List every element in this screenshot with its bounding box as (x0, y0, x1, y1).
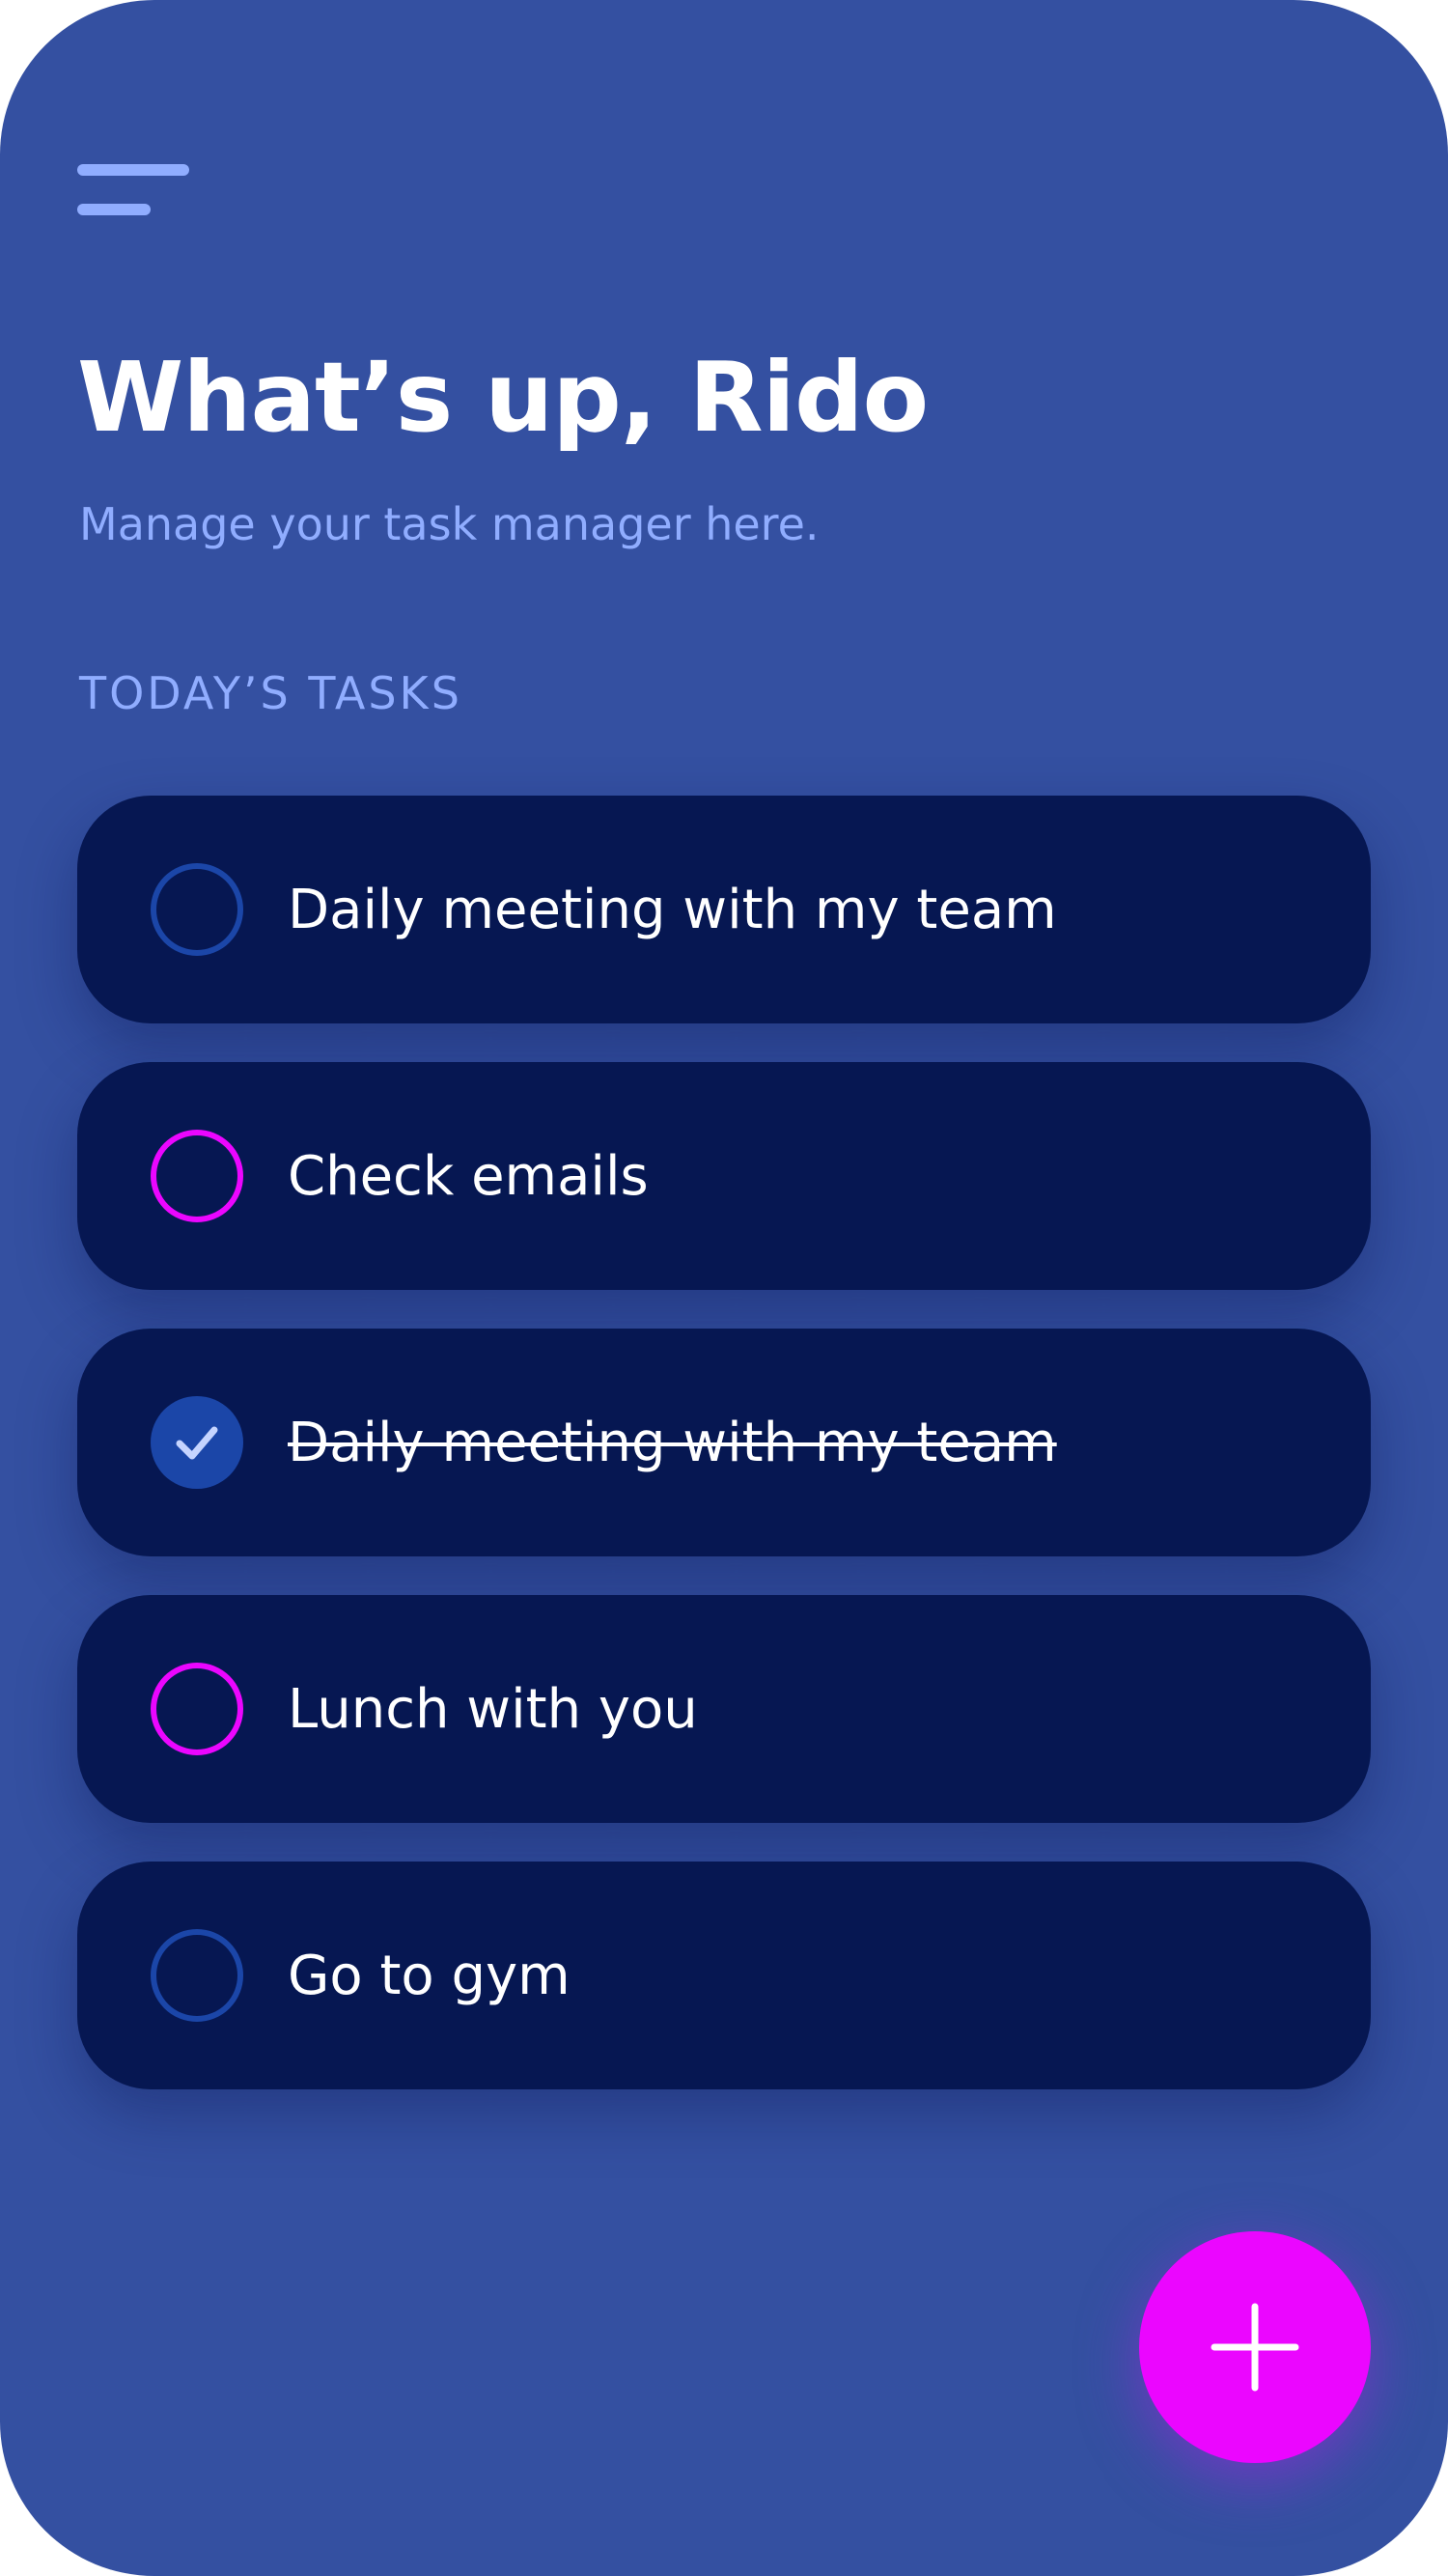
task-item[interactable]: Daily meeting with my team (77, 796, 1371, 1023)
task-checkbox[interactable] (151, 1663, 243, 1755)
task-label-completed: Daily meeting with my team (288, 1411, 1057, 1474)
hamburger-menu-icon-line (77, 204, 151, 215)
task-checkbox-checked[interactable] (151, 1396, 243, 1489)
task-checkbox[interactable] (151, 1929, 243, 2022)
task-label: Lunch with you (288, 1677, 698, 1741)
section-heading: TODAY’S TASKS (79, 667, 462, 719)
task-item[interactable]: Check emails (77, 1062, 1371, 1290)
task-list: Daily meeting with my team Check emails … (77, 796, 1371, 2128)
plus-icon (1211, 2303, 1299, 2392)
task-checkbox[interactable] (151, 1130, 243, 1222)
check-icon (176, 1426, 218, 1460)
hamburger-menu-icon (77, 164, 189, 176)
add-task-button[interactable] (1139, 2231, 1371, 2463)
task-item[interactable]: Go to gym (77, 1862, 1371, 2089)
task-item[interactable]: Daily meeting with my team (77, 1329, 1371, 1556)
task-item[interactable]: Lunch with you (77, 1595, 1371, 1823)
menu-button[interactable] (77, 164, 193, 218)
page-title: What’s up, Rido (77, 341, 929, 454)
page-subtitle: Manage your task manager here. (79, 498, 820, 550)
task-label: Check emails (288, 1144, 649, 1208)
task-label: Go to gym (288, 1944, 571, 2007)
app-screen: What’s up, Rido Manage your task manager… (0, 0, 1448, 2576)
task-checkbox[interactable] (151, 863, 243, 956)
task-label: Daily meeting with my team (288, 878, 1057, 941)
